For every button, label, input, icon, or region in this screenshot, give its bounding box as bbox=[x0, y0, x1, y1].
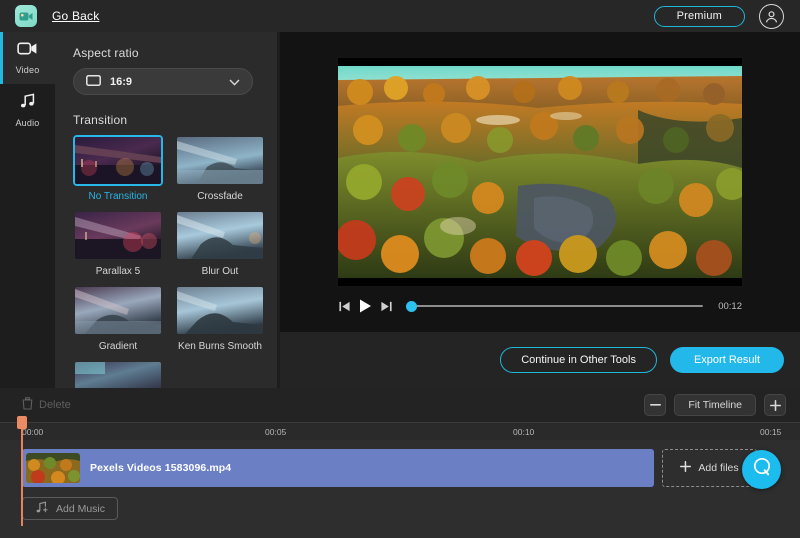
add-files-label: Add files bbox=[698, 462, 739, 474]
preview-area: 00:12 bbox=[280, 32, 800, 332]
left-rail: Video Audio bbox=[0, 32, 55, 388]
go-back-link[interactable]: Go Back bbox=[52, 9, 99, 23]
options-panel: Aspect ratio 16:9 Transition No Transiti… bbox=[55, 32, 277, 388]
ruler-tick: 00:05 bbox=[265, 427, 287, 437]
continue-in-other-tools-button[interactable]: Continue in Other Tools bbox=[500, 347, 657, 373]
camera-logo-icon[interactable] bbox=[15, 5, 37, 27]
duration-label: 00:12 bbox=[718, 300, 742, 312]
video-camera-icon bbox=[17, 41, 38, 61]
transition-item-blur-out[interactable]: Blur Out bbox=[175, 210, 265, 278]
transition-grid: No Transition Crossfade Parallax 5 Blur … bbox=[73, 135, 265, 388]
delete-button[interactable]: Delete bbox=[22, 397, 71, 413]
aspect-ratio-label: Aspect ratio bbox=[73, 46, 139, 60]
support-chat-button[interactable] bbox=[742, 450, 781, 489]
timeline-tracks: Pexels Videos 1583096.mp4 Add files Add … bbox=[0, 440, 800, 538]
skip-forward-icon[interactable] bbox=[380, 300, 393, 313]
seek-handle[interactable] bbox=[406, 300, 417, 312]
transition-item-gradient[interactable]: Gradient bbox=[73, 285, 163, 353]
video-frame bbox=[338, 58, 742, 286]
play-icon[interactable] bbox=[358, 298, 373, 314]
transition-thumbnail bbox=[73, 210, 163, 261]
video-still-image bbox=[338, 58, 742, 286]
timeline-playhead[interactable] bbox=[17, 416, 27, 526]
transition-item-no-transition[interactable]: No Transition bbox=[73, 135, 163, 203]
transition-item-crossfade[interactable]: Crossfade bbox=[175, 135, 265, 203]
transition-item-parallax-5[interactable]: Parallax 5 bbox=[73, 210, 163, 278]
trash-icon bbox=[22, 397, 33, 413]
zoom-out-button[interactable] bbox=[644, 394, 667, 416]
sidebar-item-video-label: Video bbox=[15, 65, 40, 75]
transition-thumbnail bbox=[175, 135, 265, 186]
ruler-tick: 00:15 bbox=[760, 427, 782, 437]
action-bar: Continue in Other Tools Export Result bbox=[280, 332, 800, 388]
sidebar-item-audio[interactable]: Audio bbox=[0, 84, 55, 136]
seek-slider[interactable] bbox=[406, 299, 704, 313]
zoom-in-button[interactable] bbox=[764, 394, 786, 416]
transition-thumbnail bbox=[73, 360, 163, 388]
sidebar-item-audio-label: Audio bbox=[15, 117, 40, 128]
chevron-down-icon bbox=[229, 73, 240, 91]
ruler-tick: 00:10 bbox=[513, 427, 535, 437]
transition-thumbnail bbox=[73, 285, 163, 336]
aspect-ratio-value: 16:9 bbox=[110, 75, 133, 88]
playhead-handle[interactable] bbox=[17, 416, 27, 429]
transition-item-label: No Transition bbox=[88, 191, 148, 202]
transition-item-label: Parallax 5 bbox=[95, 266, 141, 277]
transition-item-label: Crossfade bbox=[197, 191, 243, 202]
clip-thumbnail bbox=[26, 453, 80, 483]
chat-bubble-icon bbox=[751, 456, 773, 483]
transition-thumbnail bbox=[175, 285, 265, 336]
aspect-ratio-select[interactable]: 16:9 bbox=[73, 68, 253, 95]
top-bar: Go Back Premium bbox=[0, 0, 800, 32]
add-music-button[interactable]: Add Music bbox=[22, 497, 119, 520]
app-root: Go Back Premium Video Audio Aspect ratio… bbox=[0, 0, 800, 538]
sidebar-item-video[interactable]: Video bbox=[0, 32, 55, 84]
seek-track bbox=[406, 305, 704, 307]
add-music-label: Add Music bbox=[56, 502, 106, 515]
music-note-plus-icon bbox=[35, 500, 48, 517]
fit-timeline-button[interactable]: Fit Timeline bbox=[674, 394, 756, 416]
rectangle-icon bbox=[86, 73, 101, 91]
timeline-ruler[interactable]: 00:00 00:05 00:10 00:15 bbox=[0, 422, 800, 440]
clip-name-label: Pexels Videos 1583096.mp4 bbox=[90, 462, 232, 474]
timeline-toolbar: Delete Fit Timeline bbox=[0, 388, 800, 422]
transition-label: Transition bbox=[73, 113, 128, 127]
premium-button[interactable]: Premium bbox=[653, 5, 745, 27]
timeline-clip[interactable]: Pexels Videos 1583096.mp4 bbox=[22, 449, 654, 487]
user-avatar-icon[interactable] bbox=[759, 3, 784, 29]
transition-item-partial[interactable] bbox=[73, 360, 163, 388]
transition-item-label: Gradient bbox=[98, 341, 138, 352]
transition-item-label: Blur Out bbox=[201, 266, 239, 277]
skip-back-icon[interactable] bbox=[338, 300, 351, 313]
transition-item-ken-burns-smooth[interactable]: Ken Burns Smooth bbox=[175, 285, 265, 353]
transition-item-label: Ken Burns Smooth bbox=[178, 341, 262, 352]
timeline-zoom-controls: Fit Timeline bbox=[644, 394, 786, 416]
transition-thumbnail bbox=[175, 210, 265, 261]
delete-button-label: Delete bbox=[39, 399, 71, 411]
music-note-icon bbox=[19, 92, 37, 114]
transition-thumbnail bbox=[73, 135, 163, 186]
plus-icon bbox=[680, 461, 692, 475]
player-controls: 00:12 bbox=[338, 294, 742, 318]
timeline: Delete Fit Timeline 00:00 00:05 00:10 00… bbox=[0, 388, 800, 538]
export-result-button[interactable]: Export Result bbox=[669, 347, 784, 373]
top-bar-right: Premium bbox=[653, 3, 784, 29]
